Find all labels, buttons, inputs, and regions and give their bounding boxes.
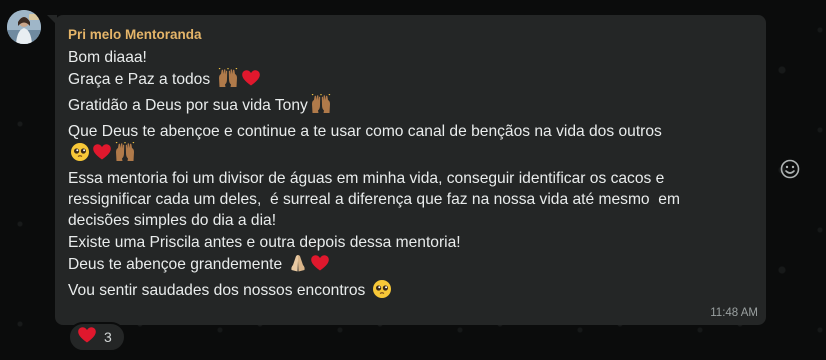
sender-avatar[interactable] xyxy=(7,10,41,44)
message-line: Que Deus te abençoe e continue a te usar… xyxy=(68,121,754,142)
message-line-text: Que Deus te abençoe e continue a te usar… xyxy=(68,122,662,140)
message-line: Deus te abençoe grandemente xyxy=(68,253,754,279)
message-line-text: decisões simples do dia a dia! xyxy=(68,212,277,230)
message-line: Bom diaaa! xyxy=(68,47,754,68)
folded-hands-icon xyxy=(288,253,308,279)
red-heart-icon xyxy=(241,68,261,94)
message-line: Vou sentir saudades dos nossos encontros xyxy=(68,279,754,305)
message-line-text: Deus te abençoe grandemente xyxy=(68,255,287,273)
message-line-text: ressignificar cada um deles, é surreal a… xyxy=(68,191,680,209)
reaction-count: 3 xyxy=(104,329,112,345)
pleading-face-icon xyxy=(372,279,392,305)
message-line: Gratidão a Deus por sua vida Tony xyxy=(68,93,754,120)
message-line xyxy=(68,140,754,168)
message-text: Bom diaaa! Graça e Paz a todos Gratidão a… xyxy=(68,47,754,305)
reaction-badge[interactable]: 3 xyxy=(68,322,126,352)
message-line-text: Bom diaaa! xyxy=(68,49,147,66)
red-heart-icon xyxy=(78,326,96,342)
message-line-text: Gratidão a Deus por sua vida Tony xyxy=(68,97,308,115)
message-bubble[interactable]: Pri melo Mentoranda Bom diaaa! Graça e Pa… xyxy=(47,15,766,325)
react-button[interactable] xyxy=(779,158,801,180)
reaction-emoji xyxy=(77,325,97,350)
red-heart-icon xyxy=(310,253,330,279)
message-line: Essa mentoria foi um divisor de águas em… xyxy=(68,168,754,189)
message-line-text: Vou sentir saudades dos nossos encontros xyxy=(68,282,370,300)
message-line-text: Essa mentoria foi um divisor de águas em… xyxy=(68,170,665,188)
message-line-text: Graça e Paz a todos xyxy=(68,71,215,89)
message-line: Graça e Paz a todos xyxy=(68,67,754,94)
raising-hands-icon xyxy=(310,93,332,120)
red-heart-icon xyxy=(92,142,112,168)
message-line-text: Existe uma Priscila antes e outra depois… xyxy=(68,233,461,251)
smiley-icon xyxy=(780,159,800,179)
pleading-face-icon xyxy=(70,142,90,168)
raising-hands-icon xyxy=(114,140,136,168)
message-line: Existe uma Priscila antes e outra depois… xyxy=(68,232,754,253)
message-line: ressignificar cada um deles, é surreal a… xyxy=(68,189,754,210)
message-line: decisões simples do dia a dia! xyxy=(68,210,754,231)
sender-name[interactable]: Pri melo Mentoranda xyxy=(68,26,754,46)
raising-hands-icon xyxy=(217,67,239,94)
message-timestamp: 11:48 AM xyxy=(710,307,758,319)
